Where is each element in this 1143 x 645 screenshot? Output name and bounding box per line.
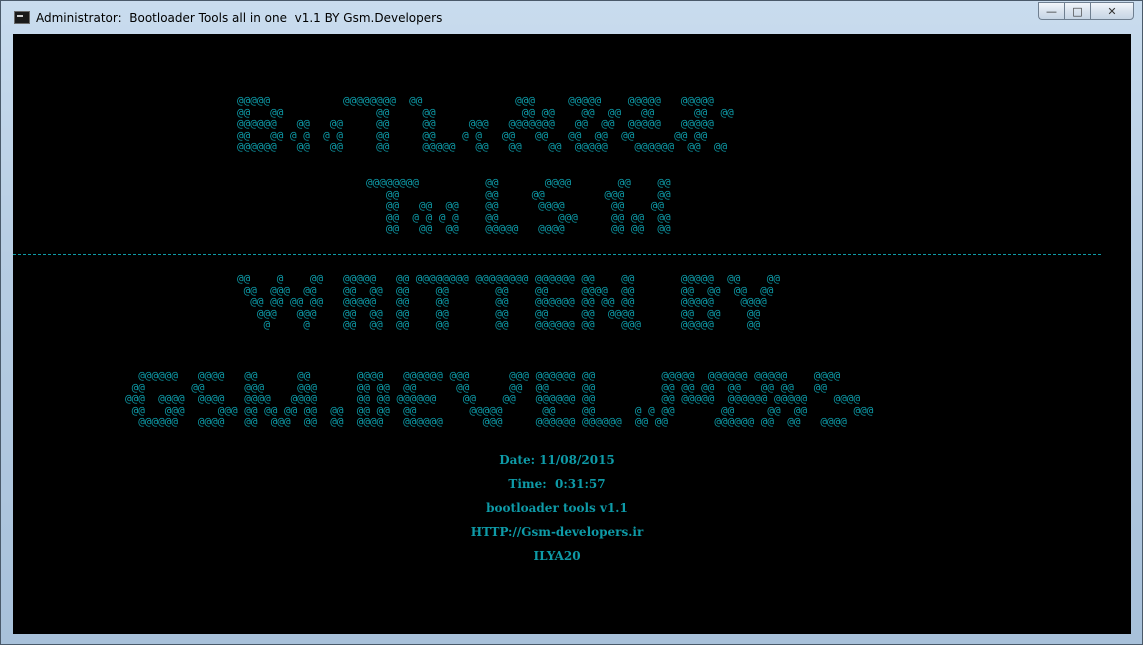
version-line: bootloader tools v1.1 [486,501,628,515]
date-line: Date: 11/08/2015 [499,453,615,467]
ascii-banner-gsm-developers: @@@@@@ @@@@ @@ @@ @@@@ @@@@@@ @@@ @@@ @@… [125,369,874,428]
ascii-banner-written-by: @@ @ @@ @@@@@ @@ @@@@@@@@ @@@@@@@@ @@@@@… [237,272,781,331]
window-title: Administrator: Bootloader Tools all in o… [36,10,443,25]
close-button[interactable]: ✕ [1090,2,1134,20]
maximize-button[interactable]: □ [1064,2,1090,20]
window-controls: — □ ✕ [1038,2,1134,20]
console-divider [13,254,1101,255]
ascii-banner-bootloader: @@@@@ @@@@@@@@ @@ @@@ @@@@@ @@@@@ @@@@@ … [237,94,734,153]
minimize-button[interactable]: — [1038,2,1064,20]
ascii-banner-tools: @@@@@@@@ @@ @@@@ @@ @@ @@ @@ @@ @@@ @@ @… [366,176,671,235]
cmd-icon[interactable] [14,11,30,24]
console-window: Administrator: Bootloader Tools all in o… [0,0,1143,645]
url-line: HTTP://Gsm-developers.ir [470,525,644,539]
author-line: ILYA20 [533,549,581,563]
time-line: Time: 0:31:57 [508,477,606,491]
console-output[interactable]: @@@@@ @@@@@@@@ @@ @@@ @@@@@ @@@@@ @@@@@ … [13,34,1131,634]
title-bar[interactable]: Administrator: Bootloader Tools all in o… [1,1,1142,34]
